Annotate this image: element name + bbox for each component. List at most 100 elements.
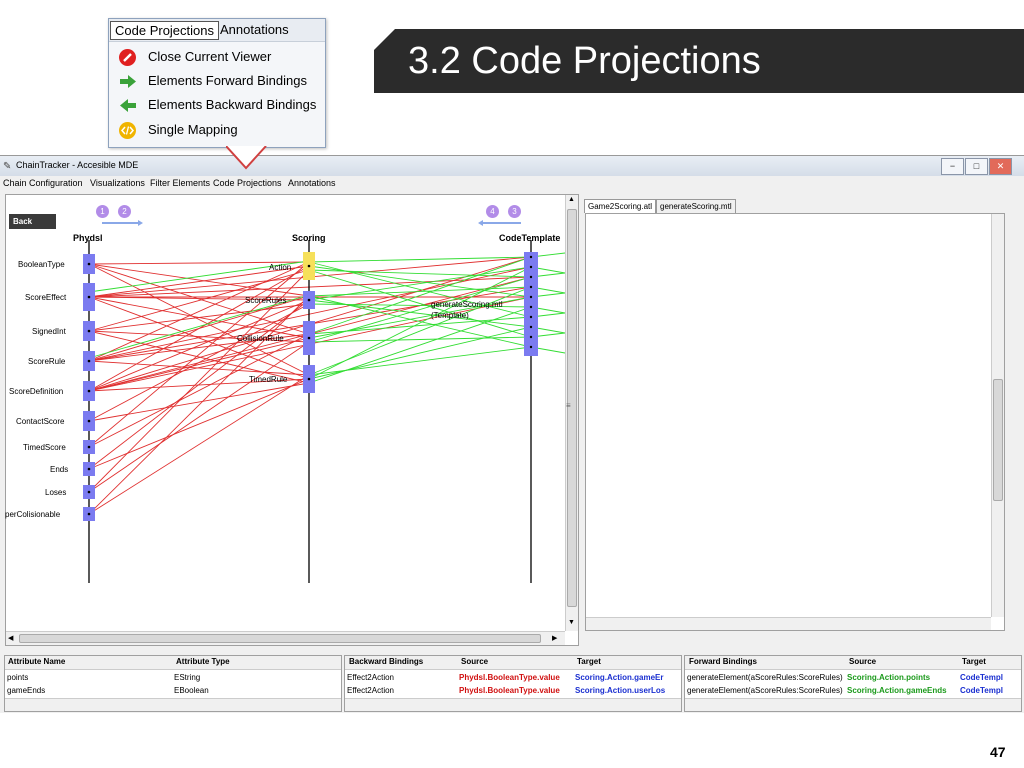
scroll-right-arrow-icon[interactable]: ▶ [552,634,557,642]
editor-vertical-scrollbar[interactable] [991,214,1004,617]
column-header[interactable]: Backward Bindings [349,657,423,666]
menu-filter-elements[interactable]: Filter Elements [150,178,210,188]
forward-binding-line [308,256,532,263]
table-cell[interactable]: points [7,673,28,682]
table-cell[interactable]: generateElement(aScoreRules:ScoreRules) [687,673,843,682]
table-horizontal-scrollbar[interactable] [685,698,1021,711]
popup-tab-annotations[interactable]: Annotations [216,21,293,38]
column-header[interactable]: Source [461,657,488,666]
phydsl-node[interactable]: BooleanType [18,260,65,269]
phydsl-node[interactable]: TimedScore [23,443,66,452]
scoring-node[interactable]: Action [269,263,291,272]
editor-panel: Game2Scoring.atl generateScoring.mtl [580,194,1020,644]
attributes-table: Attribute Name Attribute Type points ESt… [4,655,342,712]
popup-pointer [226,146,267,170]
table-header: Attribute Name Attribute Type [5,656,341,670]
nav-button-3[interactable]: 3 [508,205,521,218]
phydsl-node[interactable]: perColisionable [5,510,60,519]
table-cell[interactable]: Phydsl.BooleanType.value [459,686,573,695]
table-cell[interactable]: Scoring.Action.gameEr [575,673,669,682]
column-header[interactable]: Attribute Name [8,657,65,666]
menu-item-single-mapping[interactable]: Single Mapping [115,119,323,141]
phydsl-node[interactable]: Ends [50,465,68,474]
scroll-left-arrow-icon[interactable]: ◀ [8,634,13,642]
table-cell[interactable]: gameEnds [7,686,45,695]
menu-code-projections[interactable]: Code Projections [213,178,282,188]
forward-binding-line [308,286,532,297]
table-cell[interactable]: CodeTempl [960,673,1010,682]
menu-item-elements-forward-bindings[interactable]: Elements Forward Bindings [115,70,323,92]
phydsl-node[interactable]: ScoreDefinition [9,387,63,396]
viz-horizontal-scrollbar[interactable]: ◀ ▶ [6,631,565,645]
table-cell[interactable]: Effect2Action [347,673,394,682]
phydsl-node[interactable]: ScoreEffect [25,293,66,302]
backward-bindings-table: Backward Bindings Source Target Effect2A… [344,655,682,712]
table-cell[interactable]: Scoring.Action.gameEnds [847,686,957,695]
template-node[interactable]: generateScoring.mtl [431,300,503,309]
menu-visualizations[interactable]: Visualizations [90,178,145,188]
back-button[interactable]: Back [9,214,56,229]
maximize-button[interactable]: □ [965,158,988,175]
app-window: ✎ ChainTracker - Accesible MDE − □ ✕ Cha… [0,155,1024,713]
editor-horizontal-scrollbar[interactable] [586,617,991,630]
node-dot [529,315,533,319]
column-header[interactable]: Target [577,657,601,666]
minimize-button[interactable]: − [941,158,964,175]
window-title: ChainTracker - Accesible MDE [16,160,139,170]
table-cell[interactable]: EBoolean [174,686,209,695]
tab-game2scoring[interactable]: Game2Scoring.atl [584,199,657,213]
nav-button-2[interactable]: 2 [118,205,131,218]
phydsl-node[interactable]: ContactScore [16,417,64,426]
tab-generatescoring[interactable]: generateScoring.mtl [656,199,736,213]
nav-button-4[interactable]: 4 [486,205,499,218]
viz-vertical-scrollbar[interactable]: ▲ ▼ [565,195,578,631]
menu-item-close-current-viewer[interactable]: Close Current Viewer [115,46,323,68]
nav-button-1[interactable]: 1 [96,205,109,218]
backward-binding-line [88,299,310,470]
menu-item-elements-backward-bindings[interactable]: Elements Backward Bindings [115,94,323,116]
scoring-node[interactable]: CollisionRule [237,334,284,343]
scoring-node[interactable]: TimedRule [249,375,287,384]
table-horizontal-scrollbar[interactable] [345,698,681,711]
node-dot [529,335,533,339]
close-window-button[interactable]: ✕ [989,158,1012,175]
scroll-up-arrow-icon[interactable]: ▲ [568,196,575,203]
column-header[interactable]: Forward Bindings [689,657,757,666]
column-header[interactable]: Source [849,657,876,666]
code-editor[interactable] [585,213,1005,631]
table-cell[interactable]: Effect2Action [347,686,394,695]
backward-binding-line [88,261,310,448]
table-cell[interactable]: Phydsl.BooleanType.value [459,673,573,682]
scroll-thumb[interactable] [19,634,541,643]
visualization-panel: Back 1 2 4 3 Phydsl Scoring CodeTemplate… [5,194,579,646]
menu-annotations[interactable]: Annotations [288,178,336,188]
table-cell[interactable]: generateElement(aScoreRules:ScoreRules) [687,686,843,695]
node-dot [307,298,311,302]
scroll-down-arrow-icon[interactable]: ▼ [568,619,575,626]
table-cell[interactable]: EString [174,673,200,682]
node-dot [529,345,533,349]
phydsl-node[interactable]: ScoreRule [28,357,65,366]
phydsl-node[interactable]: Loses [45,488,66,497]
scoring-node[interactable]: ScoreRules [245,296,286,305]
code-tag-icon [119,122,136,139]
popup-tab-code-projections[interactable]: Code Projections [110,21,219,40]
node-dot [87,490,91,494]
splitter-grip-icon[interactable]: ≡ [566,401,571,410]
table-horizontal-scrollbar[interactable] [5,698,341,711]
table-cell[interactable]: CodeTempl [960,686,1010,695]
column-header[interactable]: Target [962,657,986,666]
phydsl-node[interactable]: SignedInt [32,327,66,336]
menu-item-label: Single Mapping [148,122,238,137]
node-dot [529,265,533,269]
scroll-thumb[interactable] [993,379,1003,501]
table-cell[interactable]: Scoring.Action.userLos [575,686,669,695]
table-cell[interactable]: Scoring.Action.points [847,673,957,682]
node-dot [529,255,533,259]
slide-title: 3.2 Code Projections [408,40,761,82]
close-viewer-icon [119,49,136,66]
backward-binding-line [88,374,310,515]
menu-chain-configuration[interactable]: Chain Configuration [3,178,83,188]
backward-binding-line [88,263,310,376]
column-header[interactable]: Attribute Type [176,657,230,666]
